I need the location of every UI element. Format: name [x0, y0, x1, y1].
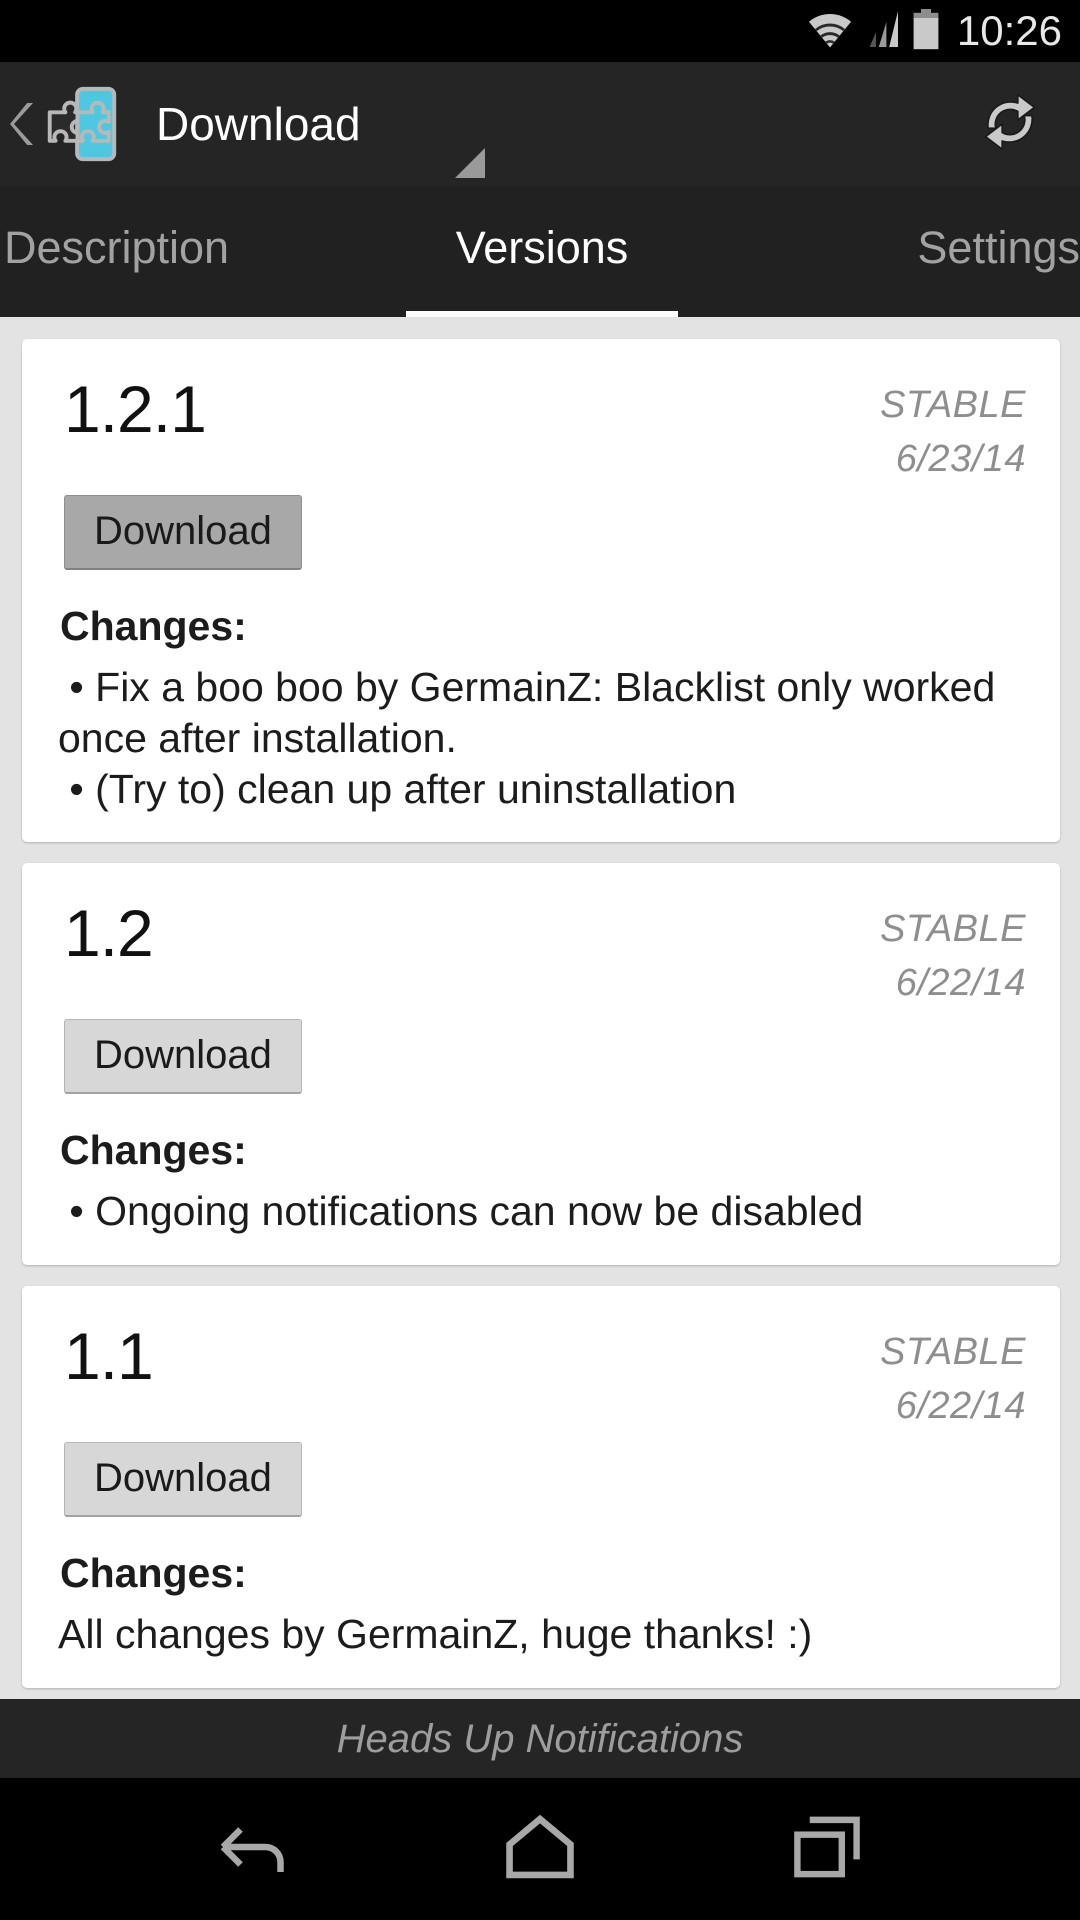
version-date: 6/23/14 — [895, 437, 1026, 480]
status-badge: STABLE — [880, 384, 1026, 426]
cellular-signal-icon — [862, 9, 902, 54]
status-bar-clock: 10:26 — [956, 7, 1062, 54]
status-bar-icons — [807, 8, 941, 55]
status-bar: 10:26 — [0, 0, 1080, 62]
changes-text: All changes by GermainZ, huge thanks! :) — [58, 1611, 813, 1658]
version-date: 6/22/14 — [895, 1385, 1026, 1428]
changes-label: Changes: — [60, 602, 247, 649]
tab-versions[interactable]: Versions — [363, 186, 722, 317]
status-badge: STABLE — [880, 908, 1026, 951]
system-navigation-bar — [0, 1778, 1080, 1920]
version-number: 1.1 — [64, 1319, 154, 1394]
version-card[interactable]: 1.2.1 STABLE 6/23/14 Download Changes: •… — [22, 339, 1060, 843]
changes-text: • Ongoing notifications can now be disab… — [58, 1188, 864, 1235]
version-number: 1.2.1 — [64, 372, 207, 446]
nav-recents-button[interactable] — [772, 1794, 882, 1904]
module-name-footer: Heads Up Notifications — [0, 1699, 1080, 1778]
nav-back-button[interactable] — [198, 1794, 308, 1904]
version-meta: STABLE 6/23/14 — [880, 369, 1030, 487]
version-meta: STABLE 6/22/14 — [880, 1316, 1030, 1434]
changes-label: Changes: — [60, 1550, 247, 1597]
action-bar: Download — [0, 62, 1080, 186]
download-button[interactable]: Download — [64, 1019, 302, 1095]
tab-settings-label: Settings — [917, 222, 1080, 273]
version-card-header: 1.2.1 STABLE 6/23/14 — [52, 369, 1030, 487]
tab-description-label: Description — [4, 222, 230, 273]
version-card-header: 1.1 STABLE 6/22/14 — [52, 1316, 1030, 1434]
changes-label: Changes: — [60, 1127, 247, 1174]
battery-icon — [911, 8, 941, 55]
tab-description[interactable]: Description — [0, 186, 363, 317]
version-card[interactable]: 1.1 STABLE 6/22/14 Download Changes: All… — [22, 1286, 1060, 1688]
wifi-icon — [807, 9, 853, 54]
version-number: 1.2 — [64, 896, 154, 971]
tab-versions-label: Versions — [455, 222, 629, 273]
version-card[interactable]: 1.2 STABLE 6/22/14 Download Changes: • O… — [22, 863, 1060, 1266]
refresh-button[interactable] — [962, 76, 1058, 172]
version-card-header: 1.2 STABLE 6/22/14 — [52, 893, 1030, 1011]
download-button[interactable]: Download — [64, 494, 302, 570]
nav-home-button[interactable] — [485, 1794, 595, 1904]
tab-bar: Description Versions Settings — [0, 186, 1080, 317]
version-meta: STABLE 6/22/14 — [880, 893, 1030, 1011]
status-badge: STABLE — [880, 1331, 1026, 1374]
xposed-module-icon — [38, 81, 124, 167]
versions-list[interactable]: 1.2.1 STABLE 6/23/14 Download Changes: •… — [0, 317, 1080, 1699]
back-arrow-icon — [213, 1812, 293, 1887]
up-navigation-button[interactable] — [10, 81, 124, 167]
spinner-caret-icon[interactable] — [455, 148, 485, 178]
changes-text: • Fix a boo boo by GermainZ: Blacklist o… — [58, 663, 996, 812]
recents-icon — [790, 1814, 864, 1885]
download-button[interactable]: Download — [64, 1442, 302, 1518]
refresh-icon — [971, 83, 1049, 166]
tab-settings[interactable]: Settings — [721, 186, 1080, 317]
home-icon — [501, 1814, 579, 1885]
action-bar-title: Download — [156, 98, 361, 150]
version-date: 6/22/14 — [895, 962, 1026, 1005]
back-caret-icon — [10, 101, 36, 147]
android-screen: 10:26 Download Description Versions Sett… — [0, 0, 1080, 1920]
module-name-label: Heads Up Notifications — [336, 1716, 744, 1761]
